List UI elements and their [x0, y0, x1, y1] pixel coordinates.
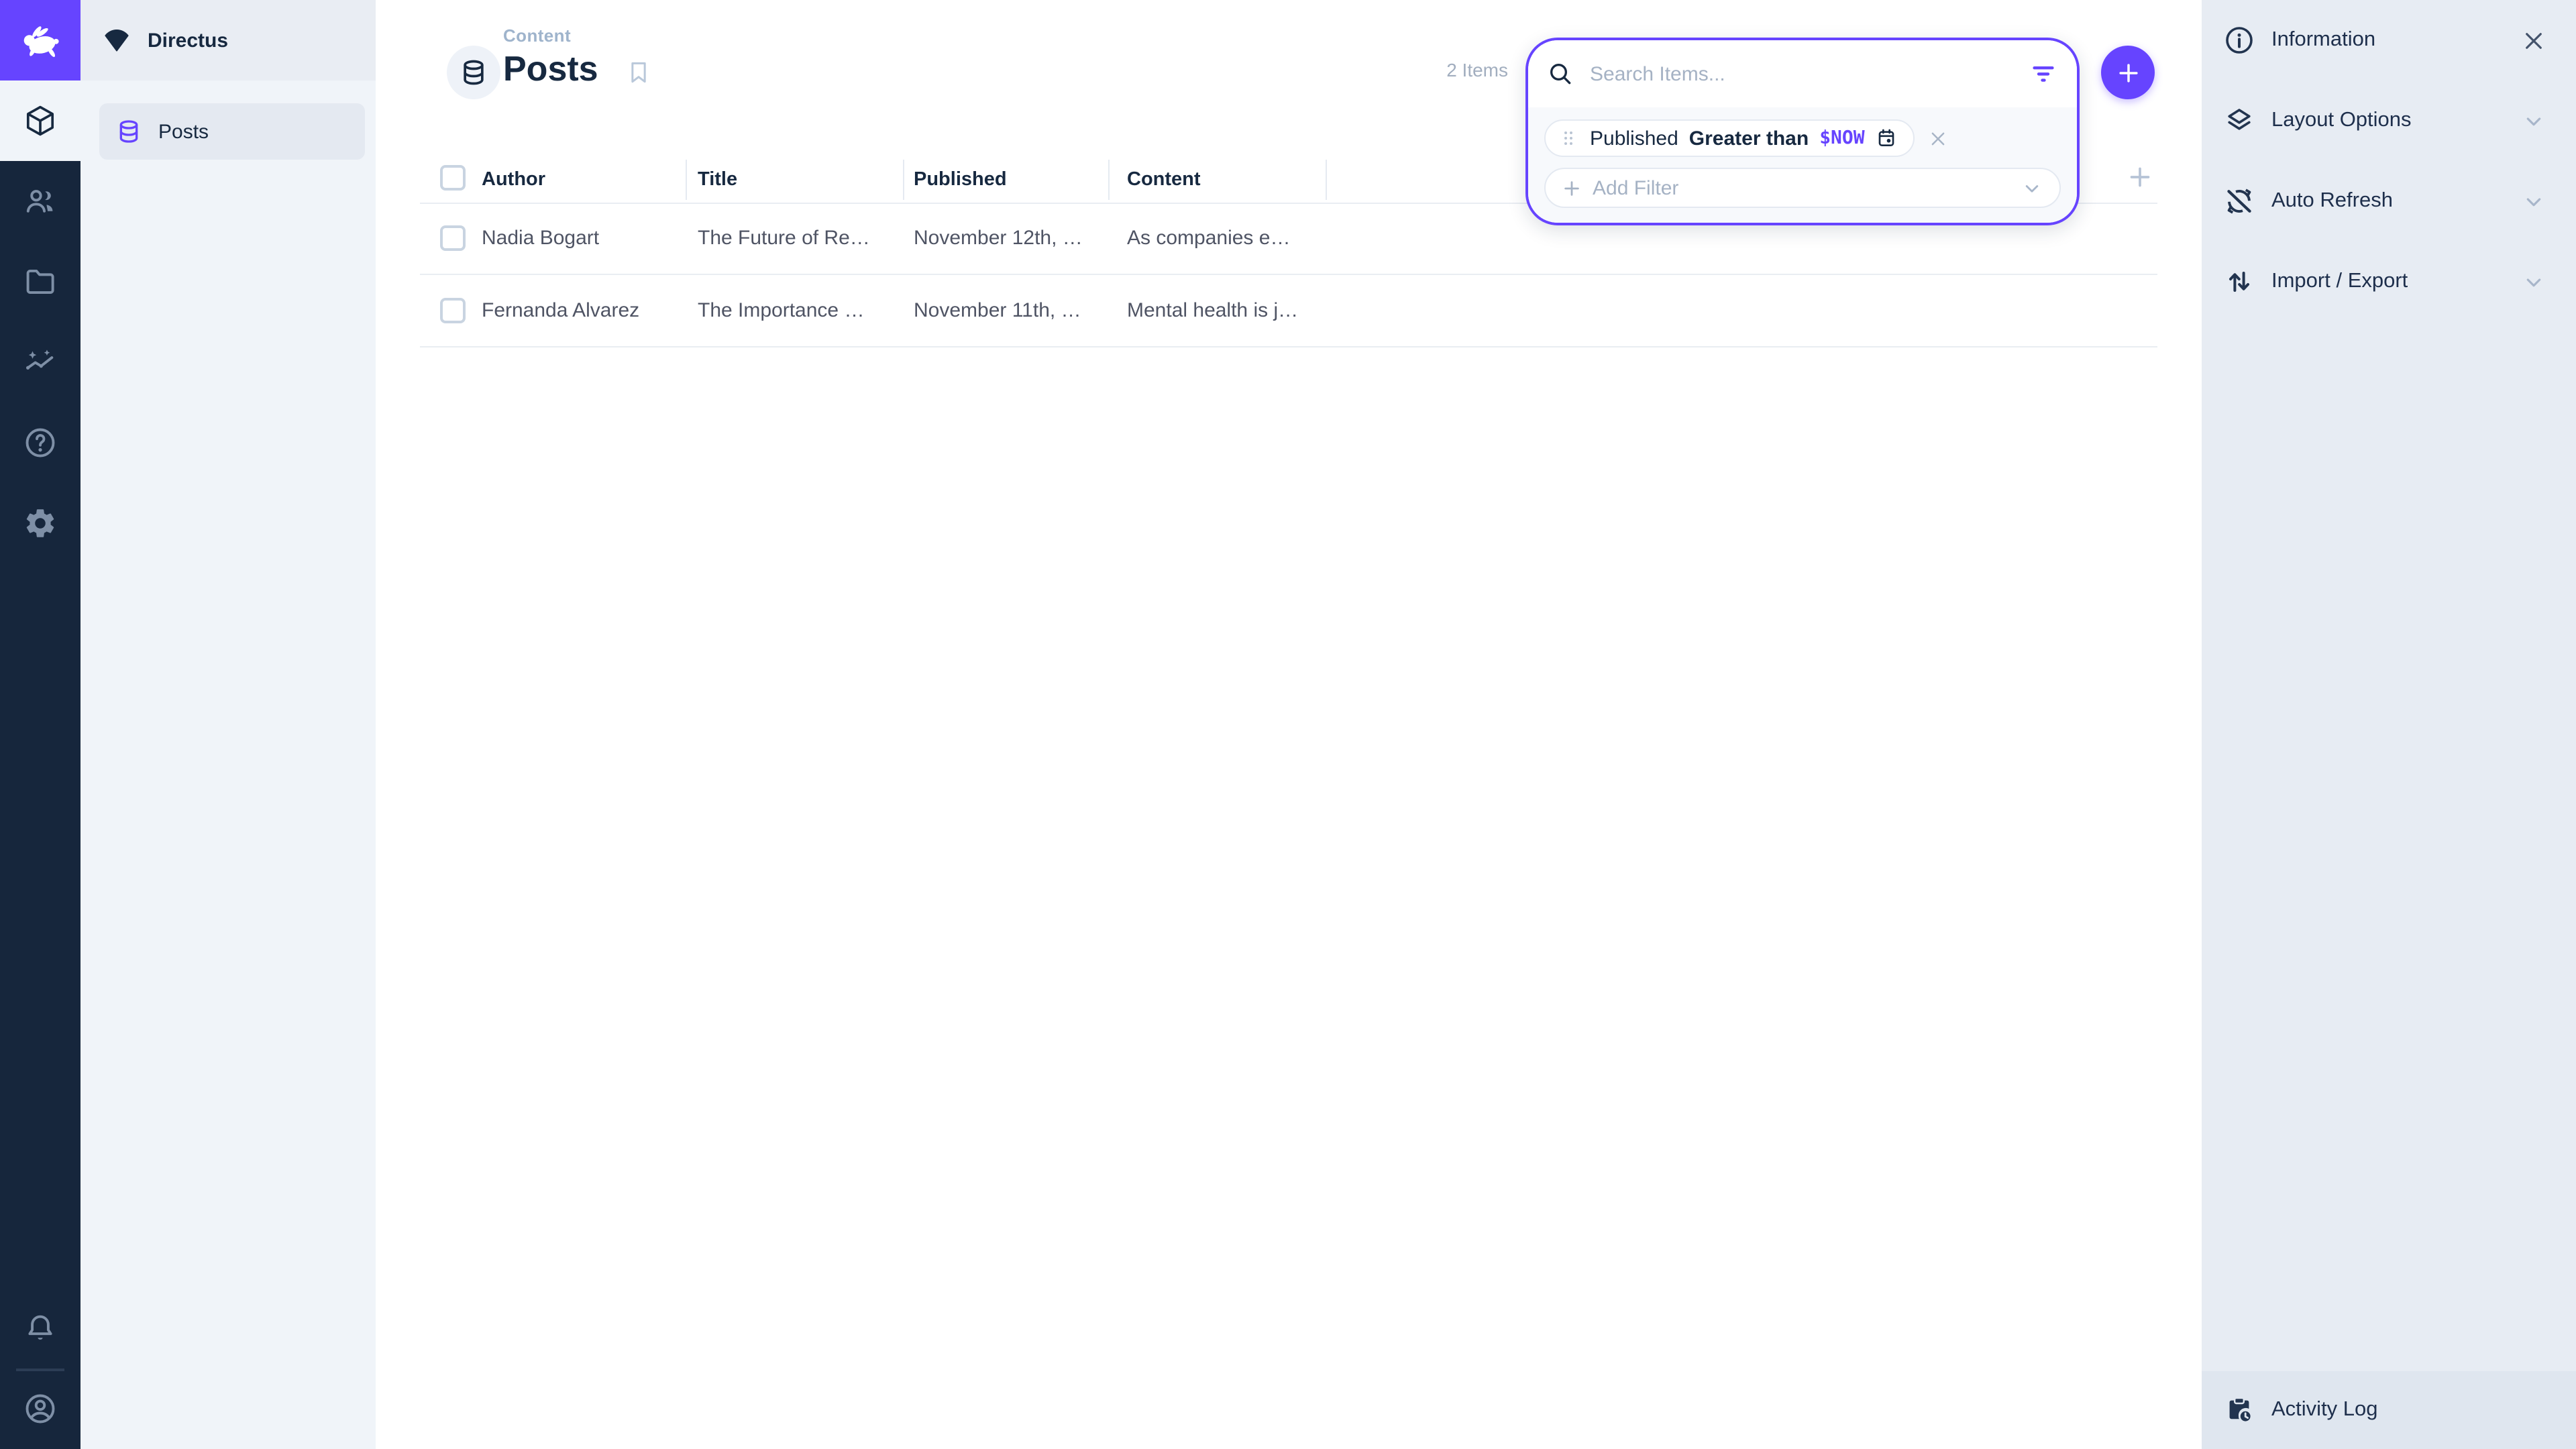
project-status-icon: [102, 25, 131, 55]
folder-icon: [23, 264, 58, 299]
module-help[interactable]: [0, 402, 80, 483]
bookmark-icon[interactable]: [625, 59, 652, 86]
chevron-down-icon: [2021, 176, 2043, 199]
sidebar-section-layout-options[interactable]: Layout Options: [2202, 80, 2576, 161]
layers-icon: [2223, 105, 2255, 137]
calendar-icon[interactable]: [1876, 127, 1897, 149]
breadcrumb[interactable]: Content: [503, 25, 571, 46]
column-divider[interactable]: [903, 160, 904, 200]
search-filter-panel: Published Greater than $NOW Add Filter: [1525, 38, 2080, 225]
filter-icon[interactable]: [2029, 59, 2058, 89]
select-all-checkbox[interactable]: [440, 165, 466, 191]
plus-icon: [2115, 60, 2141, 85]
filter-value[interactable]: $NOW: [1819, 127, 1864, 149]
cell-published: November 12th, …: [914, 203, 1083, 275]
help-icon: [23, 425, 58, 460]
database-icon: [115, 118, 142, 145]
page-title: Posts: [503, 48, 598, 90]
gear-icon: [23, 506, 58, 541]
column-header-title[interactable]: Title: [698, 160, 737, 200]
cell-author: Fernanda Alvarez: [482, 275, 639, 347]
chevron-down-icon: [2521, 108, 2546, 133]
section-label: Auto Refresh: [2271, 189, 2505, 213]
section-label: Layout Options: [2271, 109, 2505, 133]
remove-filter-button[interactable]: [1928, 128, 1948, 148]
sync-disabled-icon: [2223, 185, 2255, 217]
project-header[interactable]: Directus: [80, 0, 376, 80]
cell-content: As companies e…: [1127, 203, 1290, 275]
plus-icon: [2127, 164, 2153, 191]
column-header-published[interactable]: Published: [914, 160, 1007, 200]
chevron-down-icon: [2521, 189, 2546, 214]
rabbit-logo-icon: [16, 16, 64, 64]
collection-icon-button[interactable]: [447, 46, 500, 99]
drag-handle-icon[interactable]: [1558, 127, 1579, 149]
cell-published: November 11th, …: [914, 275, 1081, 347]
plus-icon: [1562, 178, 1582, 198]
section-label: Information: [2271, 28, 2505, 52]
search-icon: [1547, 60, 1574, 87]
swap-vert-icon: [2223, 266, 2255, 298]
row-checkbox[interactable]: [440, 298, 466, 323]
column-divider[interactable]: [1108, 160, 1110, 200]
sidebar-section-import-export[interactable]: Import / Export: [2202, 241, 2576, 322]
column-header-author[interactable]: Author: [482, 160, 545, 200]
filter-chip[interactable]: Published Greater than $NOW: [1544, 119, 1915, 157]
close-icon: [1928, 128, 1948, 148]
chevron-down-icon: [2521, 269, 2546, 294]
cell-title: The Importance …: [698, 275, 864, 347]
directus-app: Directus Posts Content Posts 2 Items Aut…: [0, 0, 2576, 1449]
directus-logo[interactable]: [0, 0, 80, 80]
info-icon: [2223, 24, 2255, 56]
search-input[interactable]: [1587, 61, 2015, 87]
cell-author: Nadia Bogart: [482, 203, 599, 275]
filter-field[interactable]: Published: [1590, 127, 1678, 150]
items-count: 2 Items: [1446, 59, 1508, 80]
add-filter-label: Add Filter: [1593, 176, 2010, 199]
section-label: Import / Export: [2271, 270, 2505, 294]
module-settings[interactable]: [0, 483, 80, 564]
module-bar: [0, 0, 80, 1449]
column-header-content[interactable]: Content: [1127, 160, 1201, 200]
database-icon: [459, 58, 488, 87]
users-icon: [23, 184, 58, 219]
search-bar: [1528, 40, 2077, 107]
table-row[interactable]: Fernanda Alvarez The Importance … Novemb…: [420, 275, 2157, 347]
filter-panel-body: Published Greater than $NOW Add Filter: [1528, 107, 2077, 223]
main-content: Content Posts 2 Items Author Title Publi…: [376, 0, 2202, 1449]
create-item-button[interactable]: [2101, 46, 2155, 99]
column-divider[interactable]: [1326, 160, 1327, 200]
close-icon: [2521, 28, 2546, 53]
sidebar-item-posts[interactable]: Posts: [99, 103, 365, 160]
cell-content: Mental health is j…: [1127, 275, 1298, 347]
add-field-button[interactable]: [2127, 164, 2153, 191]
module-users[interactable]: [0, 161, 80, 241]
module-files[interactable]: [0, 241, 80, 322]
module-content[interactable]: [0, 80, 80, 161]
sidebar-section-information[interactable]: Information: [2202, 0, 2576, 80]
insights-icon: [23, 345, 58, 380]
clipboard-clock-icon: [2223, 1394, 2255, 1426]
nav-sidebar: Directus Posts: [80, 0, 376, 1449]
row-checkbox[interactable]: [440, 225, 466, 251]
activity-log-button[interactable]: Activity Log: [2202, 1371, 2576, 1449]
module-insights[interactable]: [0, 322, 80, 402]
add-filter-button[interactable]: Add Filter: [1544, 168, 2061, 208]
project-name: Directus: [148, 29, 228, 52]
activity-log-label: Activity Log: [2271, 1398, 2378, 1422]
notifications-button[interactable]: [0, 1288, 80, 1368]
column-divider[interactable]: [686, 160, 687, 200]
user-avatar-icon: [23, 1391, 58, 1426]
cell-title: The Future of Re…: [698, 203, 870, 275]
content-cube-icon: [23, 103, 58, 138]
right-sidebar: Information Layout Options Auto Refresh …: [2202, 0, 2576, 1449]
bell-icon: [23, 1311, 58, 1346]
sidebar-section-auto-refresh[interactable]: Auto Refresh: [2202, 161, 2576, 241]
user-menu-button[interactable]: [0, 1368, 80, 1449]
filter-operator[interactable]: Greater than: [1689, 127, 1809, 150]
nav-item-label: Posts: [158, 120, 209, 143]
close-sidebar-button[interactable]: [2521, 28, 2546, 53]
bookmark-outline-icon: [625, 59, 652, 86]
